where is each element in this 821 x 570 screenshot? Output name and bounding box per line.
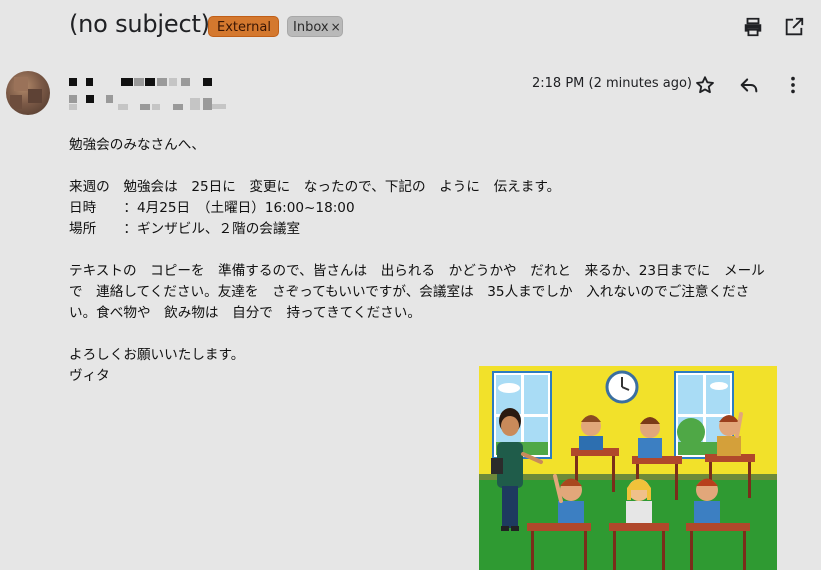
message-timestamp: 2:18 PM (2 minutes ago) — [532, 76, 692, 91]
body-line: で 連絡してください。友達を さぞってもいいですが、会議室は 35人までしか 入… — [69, 284, 750, 300]
body-blank-line — [69, 156, 809, 177]
body-line: 来週の 勉強会は 25日に 変更に なったので、下記の ように 伝えます。 — [69, 179, 561, 195]
label-inbox[interactable]: Inbox × — [287, 16, 343, 37]
email-header: (no subject) External Inbox × — [0, 0, 821, 55]
body-blank-line — [69, 240, 809, 261]
open-in-new-window-icon[interactable] — [783, 16, 805, 38]
sender-avatar[interactable] — [6, 71, 50, 115]
label-external[interactable]: External — [208, 16, 279, 37]
body-blank-line — [69, 324, 809, 345]
print-icon[interactable] — [742, 16, 764, 38]
body-line: よろしくお願いいたします。 — [69, 347, 245, 363]
body-line: 場所 ：ギンザビル、２階の会議室 — [69, 221, 301, 237]
email-subject: (no subject) — [69, 10, 210, 38]
classroom-illustration[interactable] — [479, 366, 777, 570]
body-line: 勉強会のみなさんへ、 — [69, 137, 205, 153]
body-line: テキストの コピーを 準備するので、皆さんは 出られる かどうかや だれと 来る… — [69, 263, 765, 279]
wall-clock — [605, 370, 639, 404]
remove-label-icon[interactable]: × — [331, 20, 341, 34]
body-line: 日時 ：4月25日 （土曜日）16:00~18:00 — [69, 200, 355, 216]
reply-icon[interactable] — [738, 74, 760, 96]
body-line: い。食べ物や 飲み物は 自分で 持ってきてください。 — [69, 305, 421, 321]
message-body: 勉強会のみなさんへ、 来週の 勉強会は 25日に 変更に なったので、下記の よ… — [69, 135, 809, 387]
more-vert-icon[interactable] — [782, 74, 804, 96]
label-inbox-text: Inbox — [293, 20, 329, 35]
star-icon[interactable] — [694, 74, 716, 96]
